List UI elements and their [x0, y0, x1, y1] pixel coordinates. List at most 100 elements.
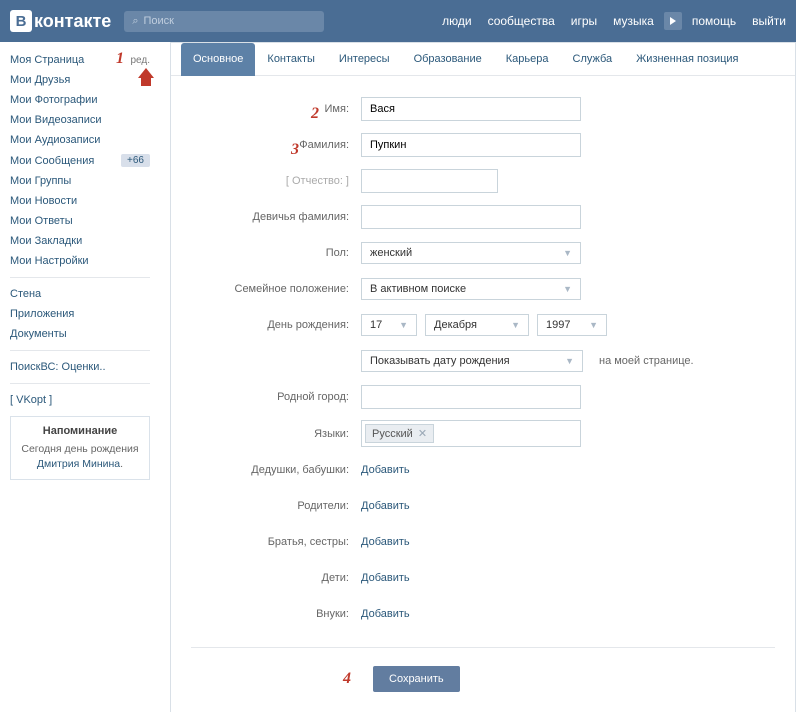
sidebar-item-apps[interactable]: Приложения — [0, 304, 160, 324]
search-icon: ⌕ — [132, 15, 138, 28]
gender-select[interactable]: женский ▼ — [361, 242, 581, 264]
languages-input[interactable]: Русский ✕ — [361, 420, 581, 447]
surname-label: 3 Фамилия: — [191, 139, 361, 151]
main-content: Основное Контакты Интересы Образование К… — [170, 42, 796, 712]
separator — [10, 350, 150, 351]
name-label: 2 Имя: — [191, 103, 361, 115]
tab-basic[interactable]: Основное — [181, 43, 255, 76]
save-row: 4 Сохранить — [191, 647, 775, 712]
sidebar-item-answers[interactable]: Мои Ответы — [0, 211, 160, 231]
bday-year-select[interactable]: 1997▼ — [537, 314, 607, 336]
sidebar: Моя Страница 1 ред. Мои Друзья Мои Фотог… — [0, 42, 160, 712]
search-input[interactable] — [143, 15, 316, 27]
sidebar-item-settings[interactable]: Мои Настройки — [0, 251, 160, 271]
add-grandparents[interactable]: Добавить — [361, 464, 410, 476]
languages-label: Языки: — [191, 428, 361, 440]
sidebar-item-friends[interactable]: Мои Друзья — [0, 70, 160, 90]
annotation-4: 4 — [343, 670, 351, 688]
hometown-input[interactable] — [361, 385, 581, 409]
top-nav: люди сообщества игры музыка помощь выйти — [442, 12, 786, 30]
sidebar-item-messages[interactable]: Мои Сообщения +66 — [0, 150, 160, 171]
chevron-down-icon: ▼ — [563, 284, 572, 294]
reminder-title: Напоминание — [19, 425, 141, 437]
reminder-text: Сегодня день рождения Дмитрия Минина. — [19, 442, 141, 471]
patronymic-label[interactable]: [ Отчество: ] — [191, 175, 361, 187]
logo[interactable]: В контакте — [10, 10, 111, 32]
messages-badge: +66 — [121, 154, 150, 167]
sidebar-item-news[interactable]: Мои Новости — [0, 191, 160, 211]
annotation-2: 2 — [311, 105, 319, 123]
separator — [10, 383, 150, 384]
sidebar-item-docs[interactable]: Документы — [0, 324, 160, 344]
gender-label: Пол: — [191, 247, 361, 259]
tab-education[interactable]: Образование — [402, 43, 494, 75]
patronymic-input[interactable] — [361, 169, 498, 193]
logo-text: контакте — [34, 11, 111, 32]
add-grandchildren[interactable]: Добавить — [361, 608, 410, 620]
annotation-1: 1 — [116, 50, 124, 68]
sidebar-item-videos[interactable]: Мои Видеозаписи — [0, 110, 160, 130]
siblings-label: Братья, сестры: — [191, 536, 361, 548]
play-icon — [669, 17, 677, 25]
surname-input[interactable] — [361, 133, 581, 157]
chevron-down-icon: ▼ — [563, 248, 572, 258]
add-children[interactable]: Добавить — [361, 572, 410, 584]
parents-label: Родители: — [191, 500, 361, 512]
status-label: Семейное положение: — [191, 283, 361, 295]
sidebar-item-photos[interactable]: Мои Фотографии — [0, 90, 160, 110]
tab-military[interactable]: Служба — [561, 43, 625, 75]
tab-career[interactable]: Карьера — [494, 43, 561, 75]
name-input[interactable] — [361, 97, 581, 121]
hometown-label: Родной город: — [191, 391, 361, 403]
save-button[interactable]: Сохранить — [373, 666, 460, 692]
bday-visibility-select[interactable]: Показывать дату рождения▼ — [361, 350, 583, 372]
nav-games[interactable]: игры — [571, 14, 597, 28]
nav-communities[interactable]: сообщества — [488, 14, 555, 28]
header: В контакте ⌕ люди сообщества игры музыка… — [0, 0, 796, 42]
chevron-down-icon: ▼ — [565, 356, 574, 366]
tab-contacts[interactable]: Контакты — [255, 43, 327, 75]
sidebar-item-my-page[interactable]: Моя Страница 1 ред. — [0, 50, 160, 70]
annotation-3: 3 — [291, 141, 299, 159]
sidebar-item-bookmarks[interactable]: Мои Закладки — [0, 231, 160, 251]
maiden-input[interactable] — [361, 205, 581, 229]
bday-month-select[interactable]: Декабря▼ — [425, 314, 529, 336]
logo-icon: В — [10, 10, 32, 32]
bday-hint: на моей странице. — [599, 355, 694, 367]
language-tag: Русский ✕ — [365, 424, 434, 443]
separator — [10, 277, 150, 278]
reminder-box: Напоминание Сегодня день рождения Дмитри… — [10, 416, 150, 480]
bday-day-select[interactable]: 17▼ — [361, 314, 417, 336]
search-box[interactable]: ⌕ — [124, 11, 324, 32]
edit-form: 2 Имя: 3 Фамилия: [ Отчество: ] Девичья … — [171, 76, 795, 712]
status-select[interactable]: В активном поиске ▼ — [361, 278, 581, 300]
reminder-link[interactable]: Дмитрия Минина — [37, 458, 120, 470]
children-label: Дети: — [191, 572, 361, 584]
tabs: Основное Контакты Интересы Образование К… — [171, 43, 795, 76]
chevron-down-icon: ▼ — [589, 320, 598, 330]
chevron-down-icon: ▼ — [399, 320, 408, 330]
nav-help[interactable]: помощь — [692, 14, 736, 28]
nav-music[interactable]: музыка — [613, 14, 654, 28]
add-parents[interactable]: Добавить — [361, 500, 410, 512]
sidebar-item-groups[interactable]: Мои Группы — [0, 171, 160, 191]
nav-people[interactable]: люди — [442, 14, 471, 28]
remove-tag-icon[interactable]: ✕ — [418, 427, 427, 440]
sidebar-item-wall[interactable]: Стена — [0, 284, 160, 304]
add-siblings[interactable]: Добавить — [361, 536, 410, 548]
play-button[interactable] — [664, 12, 682, 30]
tab-life[interactable]: Жизненная позиция — [624, 43, 750, 75]
sidebar-label: Моя Страница — [10, 54, 84, 66]
grandchildren-label: Внуки: — [191, 608, 361, 620]
arrow-annotation — [138, 68, 154, 86]
bday-label: День рождения: — [191, 319, 361, 331]
grandparents-label: Дедушки, бабушки: — [191, 464, 361, 476]
chevron-down-icon: ▼ — [511, 320, 520, 330]
maiden-label: Девичья фамилия: — [191, 211, 361, 223]
nav-logout[interactable]: выйти — [752, 14, 786, 28]
sidebar-item-audio[interactable]: Мои Аудиозаписи — [0, 130, 160, 150]
edit-link[interactable]: ред. — [130, 55, 150, 66]
sidebar-item-vkopt[interactable]: [ VKopt ] — [0, 390, 160, 410]
sidebar-item-searchvs[interactable]: ПоискВС: Оценки.. — [0, 357, 160, 377]
tab-interests[interactable]: Интересы — [327, 43, 402, 75]
